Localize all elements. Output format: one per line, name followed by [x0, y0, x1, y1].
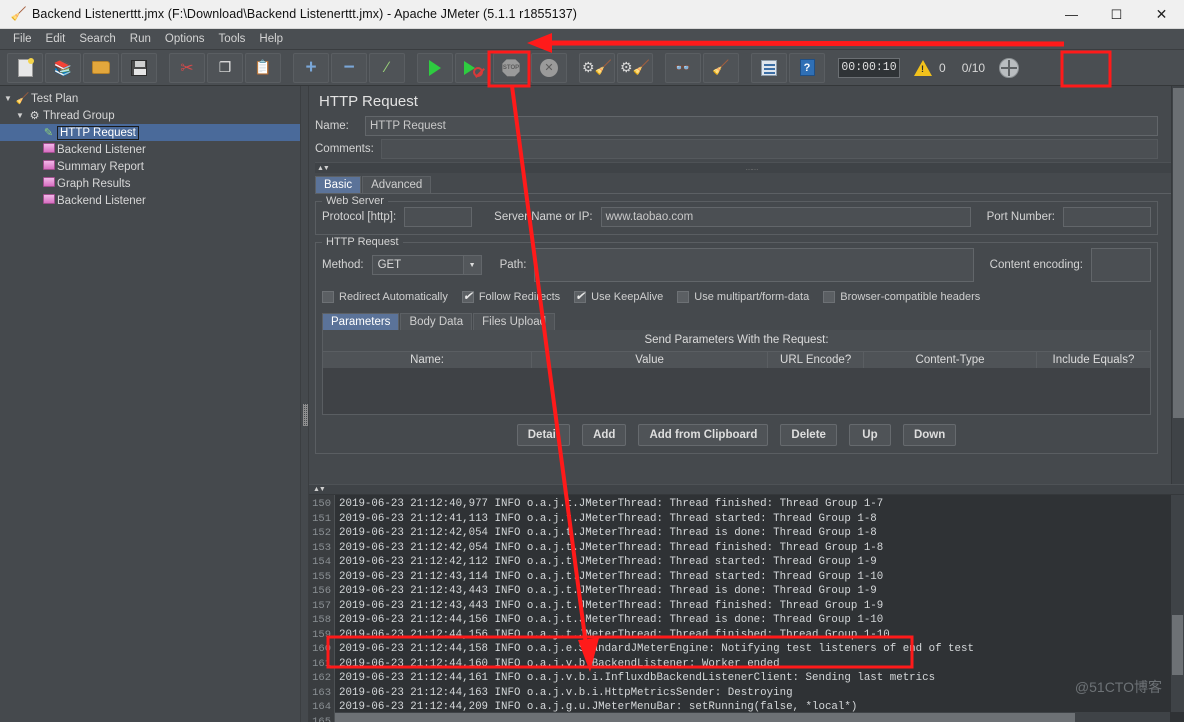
jmeter-window: 🧹 Backend Listenerttt.jmx (F:\Download\B… — [0, 0, 1184, 722]
annotation-overlay — [326, 33, 1112, 672]
